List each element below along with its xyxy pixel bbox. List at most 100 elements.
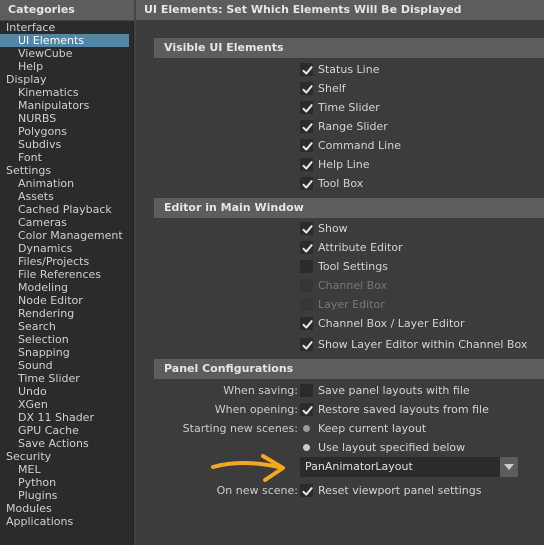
category-item-kinematics[interactable]: Kinematics bbox=[0, 86, 133, 99]
category-item-snapping[interactable]: Snapping bbox=[0, 346, 133, 359]
category-item-subdivs[interactable]: Subdivs bbox=[0, 138, 133, 151]
status-line-checkbox[interactable] bbox=[300, 63, 313, 76]
status-line-label[interactable]: Status Line bbox=[318, 60, 379, 79]
time-slider-checkbox[interactable] bbox=[300, 101, 313, 114]
layer-editor-row: Layer Editor bbox=[136, 295, 544, 314]
category-item-nurbs[interactable]: NURBS bbox=[0, 112, 133, 125]
category-item-viewcube[interactable]: ViewCube bbox=[0, 47, 133, 60]
section-visible-ui-elements[interactable]: Visible UI Elements bbox=[154, 38, 544, 58]
shelf-row: Shelf bbox=[136, 79, 544, 98]
category-item-ui-elements[interactable]: UI Elements bbox=[0, 34, 129, 47]
category-item-font[interactable]: Font bbox=[0, 151, 133, 164]
category-item-rendering[interactable]: Rendering bbox=[0, 307, 133, 320]
category-item-help[interactable]: Help bbox=[0, 60, 133, 73]
attribute-editor-checkbox[interactable] bbox=[300, 241, 313, 254]
on-new-scene-row: On new scene: Reset viewport panel setti… bbox=[136, 481, 544, 500]
checkmark-icon bbox=[302, 225, 313, 234]
checkmark-icon bbox=[302, 161, 313, 170]
category-item-plugins[interactable]: Plugins bbox=[0, 489, 133, 502]
category-item-gpu-cache[interactable]: GPU Cache bbox=[0, 424, 133, 437]
category-item-cameras[interactable]: Cameras bbox=[0, 216, 133, 229]
category-item-save-actions[interactable]: Save Actions bbox=[0, 437, 133, 450]
channel-box-row: Channel Box bbox=[136, 276, 544, 295]
category-item-sound[interactable]: Sound bbox=[0, 359, 133, 372]
category-item-display[interactable]: Display bbox=[0, 73, 133, 86]
channel-box-layer-editor-label[interactable]: Channel Box / Layer Editor bbox=[318, 314, 465, 333]
settings-content: Visible UI Elements Status Line Shelf Time… bbox=[136, 20, 544, 545]
when-opening-label: When opening: bbox=[214, 403, 298, 416]
channel-box-checkbox bbox=[300, 279, 313, 292]
keep-current-layout-radio[interactable] bbox=[303, 425, 310, 432]
range-slider-label[interactable]: Range Slider bbox=[318, 117, 388, 136]
category-item-settings[interactable]: Settings bbox=[0, 164, 133, 177]
show-layer-editor-within-channel-box-checkbox[interactable] bbox=[300, 338, 313, 351]
category-item-time-slider[interactable]: Time Slider bbox=[0, 372, 133, 385]
category-item-node-editor[interactable]: Node Editor bbox=[0, 294, 133, 307]
range-slider-checkbox[interactable] bbox=[300, 120, 313, 133]
use-layout-specified-radio[interactable] bbox=[303, 444, 310, 451]
shelf-checkbox[interactable] bbox=[300, 82, 313, 95]
category-item-search[interactable]: Search bbox=[0, 320, 133, 333]
help-line-checkbox[interactable] bbox=[300, 158, 313, 171]
checkmark-icon bbox=[302, 341, 313, 350]
category-item-interface[interactable]: Interface bbox=[0, 21, 133, 34]
time-slider-label[interactable]: Time Slider bbox=[318, 98, 380, 117]
category-item-xgen[interactable]: XGen bbox=[0, 398, 133, 411]
categories-panel: Categories Interface UI Elements ViewCube H… bbox=[0, 0, 134, 545]
save-panel-layouts-label[interactable]: Save panel layouts with file bbox=[318, 381, 470, 400]
tool-box-label[interactable]: Tool Box bbox=[318, 174, 363, 193]
section-editor-in-main-window[interactable]: Editor in Main Window bbox=[154, 198, 544, 218]
attribute-editor-label[interactable]: Attribute Editor bbox=[318, 238, 403, 257]
category-item-modeling[interactable]: Modeling bbox=[0, 281, 133, 294]
layout-dropdown[interactable]: PanAnimatorLayout bbox=[300, 457, 518, 477]
reset-viewport-label[interactable]: Reset viewport panel settings bbox=[318, 481, 481, 500]
category-item-dynamics[interactable]: Dynamics bbox=[0, 242, 133, 255]
attribute-editor-row: Attribute Editor bbox=[136, 238, 544, 257]
categories-tree: Interface UI Elements ViewCube Help Display K… bbox=[0, 21, 134, 545]
keep-current-layout-label[interactable]: Keep current layout bbox=[318, 419, 426, 438]
restore-saved-layouts-label[interactable]: Restore saved layouts from file bbox=[318, 400, 489, 419]
channel-box-layer-editor-checkbox[interactable] bbox=[300, 317, 313, 330]
checkmark-icon bbox=[302, 85, 313, 94]
category-item-color-management[interactable]: Color Management bbox=[0, 229, 133, 242]
show-label[interactable]: Show bbox=[318, 219, 348, 238]
category-item-polygons[interactable]: Polygons bbox=[0, 125, 133, 138]
category-item-files-projects[interactable]: Files/Projects bbox=[0, 255, 133, 268]
checkmark-icon bbox=[302, 104, 313, 113]
show-checkbox[interactable] bbox=[300, 222, 313, 235]
when-saving-row: When saving: Save panel layouts with fil… bbox=[136, 381, 544, 400]
tool-box-checkbox[interactable] bbox=[300, 177, 313, 190]
command-line-label[interactable]: Command Line bbox=[318, 136, 401, 155]
save-panel-layouts-checkbox[interactable] bbox=[300, 384, 313, 397]
dropdown-arrow-button[interactable] bbox=[500, 457, 518, 477]
when-saving-label: When saving: bbox=[223, 384, 298, 397]
category-item-modules[interactable]: Modules bbox=[0, 502, 133, 515]
tool-settings-label[interactable]: Tool Settings bbox=[318, 257, 388, 276]
category-item-security[interactable]: Security bbox=[0, 450, 133, 463]
use-layout-specified-label[interactable]: Use layout specified below bbox=[318, 438, 465, 457]
category-item-manipulators[interactable]: Manipulators bbox=[0, 99, 133, 112]
tool-settings-checkbox[interactable] bbox=[300, 260, 313, 273]
category-item-dx-11-shader[interactable]: DX 11 Shader bbox=[0, 411, 133, 424]
restore-saved-layouts-checkbox[interactable] bbox=[300, 403, 313, 416]
category-item-selection[interactable]: Selection bbox=[0, 333, 133, 346]
category-item-cached-playback[interactable]: Cached Playback bbox=[0, 203, 133, 216]
category-item-mel[interactable]: MEL bbox=[0, 463, 133, 476]
use-layout-row: Use layout specified below bbox=[136, 438, 544, 457]
section-panel-configurations[interactable]: Panel Configurations bbox=[154, 359, 544, 379]
category-item-file-references[interactable]: File References bbox=[0, 268, 133, 281]
shelf-label[interactable]: Shelf bbox=[318, 79, 346, 98]
category-item-undo[interactable]: Undo bbox=[0, 385, 133, 398]
category-item-python[interactable]: Python bbox=[0, 476, 133, 489]
category-item-animation[interactable]: Animation bbox=[0, 177, 133, 190]
category-item-applications[interactable]: Applications bbox=[0, 515, 133, 528]
command-line-checkbox[interactable] bbox=[300, 139, 313, 152]
channel-box-layer-editor-row: Channel Box / Layer Editor bbox=[136, 314, 544, 333]
tool-settings-row: Tool Settings bbox=[136, 257, 544, 276]
help-line-label[interactable]: Help Line bbox=[318, 155, 370, 174]
layer-editor-label: Layer Editor bbox=[318, 298, 385, 311]
chevron-down-icon bbox=[504, 464, 514, 470]
reset-viewport-checkbox[interactable] bbox=[300, 484, 313, 497]
show-layer-editor-within-channel-box-label[interactable]: Show Layer Editor within Channel Box bbox=[318, 335, 527, 354]
category-item-assets[interactable]: Assets bbox=[0, 190, 133, 203]
